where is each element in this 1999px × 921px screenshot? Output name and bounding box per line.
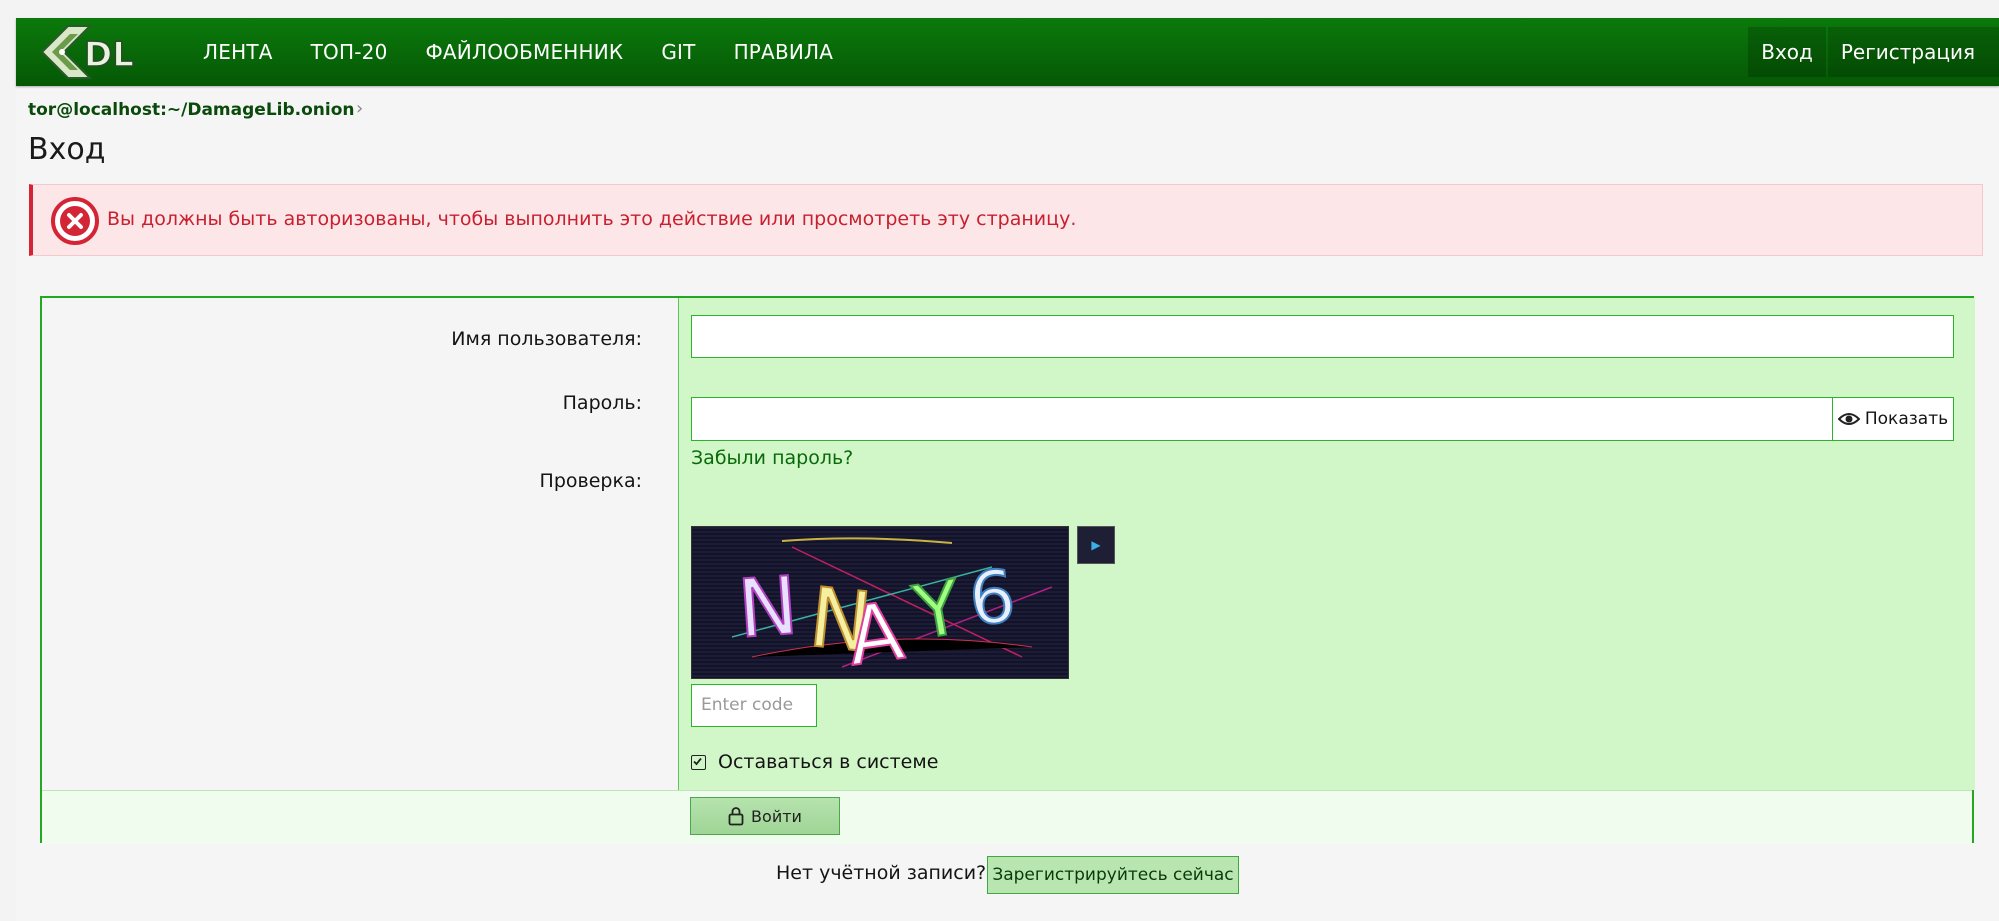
login-form: Имя пользователя: Пароль: Проверка: Пока… <box>40 296 1975 844</box>
account-links: Вход Регистрация <box>1748 18 1999 86</box>
captcha-graphic: N N A Y 6 <box>692 527 1068 678</box>
nav-item-rules[interactable]: ПРАВИЛА <box>715 18 853 86</box>
no-account-text: Нет учётной записи? <box>776 862 987 884</box>
captcha-label: Проверка: <box>539 470 642 492</box>
password-label: Пароль: <box>562 392 642 414</box>
form-submit-row: Войти <box>42 790 1972 844</box>
page-title: Вход <box>28 132 106 167</box>
lock-icon <box>728 807 744 826</box>
svg-text:DL: DL <box>84 35 134 75</box>
error-banner: Вы должны быть авторизованы, чтобы выпол… <box>29 184 1983 256</box>
page: DL ЛЕНТА ТОП-20 ФАЙЛООБМЕННИК GIT ПРАВИЛ… <box>16 18 1999 921</box>
register-now-button[interactable]: Зарегистрируйтесь сейчас <box>987 856 1239 894</box>
login-submit-label: Войти <box>751 806 802 826</box>
username-label: Имя пользователя: <box>451 328 642 350</box>
show-password-button[interactable]: Показать <box>1832 397 1954 441</box>
svg-text:6: 6 <box>965 554 1019 642</box>
register-link[interactable]: Регистрация <box>1827 27 1999 77</box>
nav-item-git[interactable]: GIT <box>642 18 714 86</box>
breadcrumb-arrow-icon: › <box>356 98 364 119</box>
captcha-code-input[interactable]: Enter code <box>691 684 817 727</box>
login-link[interactable]: Вход <box>1748 27 1826 77</box>
nav-item-top20[interactable]: ТОП-20 <box>292 18 407 86</box>
username-input[interactable] <box>691 315 1954 358</box>
breadcrumb[interactable]: tor@localhost:~/DamageLib.onion <box>28 100 355 120</box>
forgot-password-link[interactable]: Забыли пароль? <box>691 447 853 469</box>
site-logo[interactable]: DL <box>38 20 148 84</box>
error-x-icon <box>51 197 99 245</box>
form-fields-panel: Показать Забыли пароль? N N A Y 6 ▶ Ente… <box>678 298 1975 790</box>
play-icon: ▶ <box>1091 538 1101 552</box>
nav-item-feed[interactable]: ЛЕНТА <box>184 18 292 86</box>
remember-me-option[interactable]: Оставаться в системе <box>691 751 938 773</box>
login-submit-button[interactable]: Войти <box>690 797 840 835</box>
captcha-image: N N A Y 6 <box>691 526 1069 679</box>
nav-item-fileshare[interactable]: ФАЙЛООБМЕННИК <box>407 18 643 86</box>
error-message: Вы должны быть авторизованы, чтобы выпол… <box>107 208 1077 230</box>
eye-icon <box>1837 413 1860 425</box>
checkmark-icon <box>693 757 702 765</box>
main-nav: ЛЕНТА ТОП-20 ФАЙЛООБМЕННИК GIT ПРАВИЛА <box>184 18 852 86</box>
password-input[interactable] <box>691 397 1834 441</box>
show-password-label: Показать <box>1864 409 1949 429</box>
svg-text:N: N <box>735 559 801 656</box>
captcha-audio-button[interactable]: ▶ <box>1077 526 1115 564</box>
top-navigation-bar: DL ЛЕНТА ТОП-20 ФАЙЛООБМЕННИК GIT ПРАВИЛ… <box>16 18 1999 86</box>
remember-me-checkbox[interactable] <box>691 754 706 770</box>
remember-me-label: Оставаться в системе <box>718 751 939 773</box>
